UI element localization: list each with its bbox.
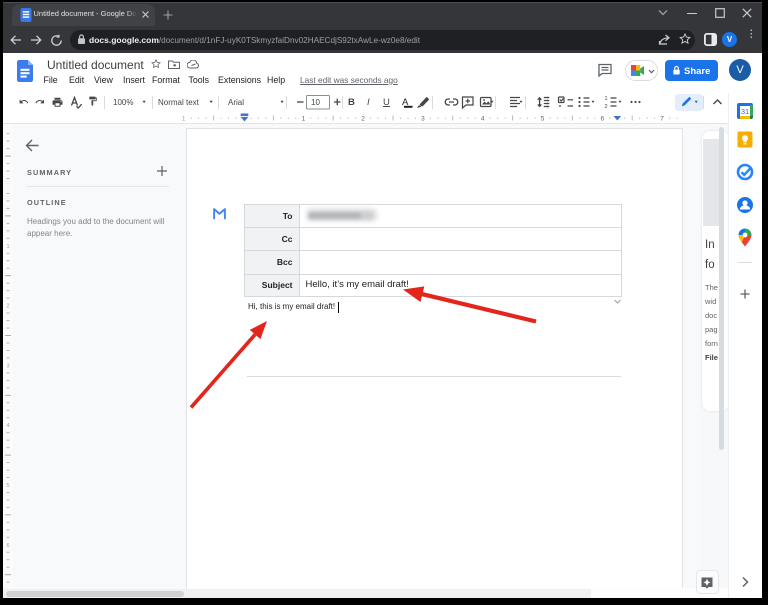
svg-text:31: 31 (741, 107, 749, 116)
svg-text:6: 6 (6, 543, 9, 549)
svg-text:6: 6 (600, 116, 604, 123)
svg-text:2: 2 (361, 116, 365, 123)
svg-text:5: 5 (541, 116, 545, 123)
svg-text:4: 4 (6, 423, 9, 429)
svg-text:5: 5 (6, 483, 9, 489)
svg-text:2: 2 (605, 104, 608, 110)
svg-text:1: 1 (6, 244, 9, 250)
svg-text:7: 7 (660, 116, 664, 123)
svg-text:1: 1 (182, 116, 186, 123)
svg-text:3: 3 (421, 116, 425, 123)
svg-text:4: 4 (481, 116, 485, 123)
svg-text:3: 3 (6, 363, 9, 369)
svg-text:2: 2 (6, 304, 9, 310)
svg-text:1: 1 (301, 116, 305, 123)
svg-text:1: 1 (605, 96, 608, 102)
